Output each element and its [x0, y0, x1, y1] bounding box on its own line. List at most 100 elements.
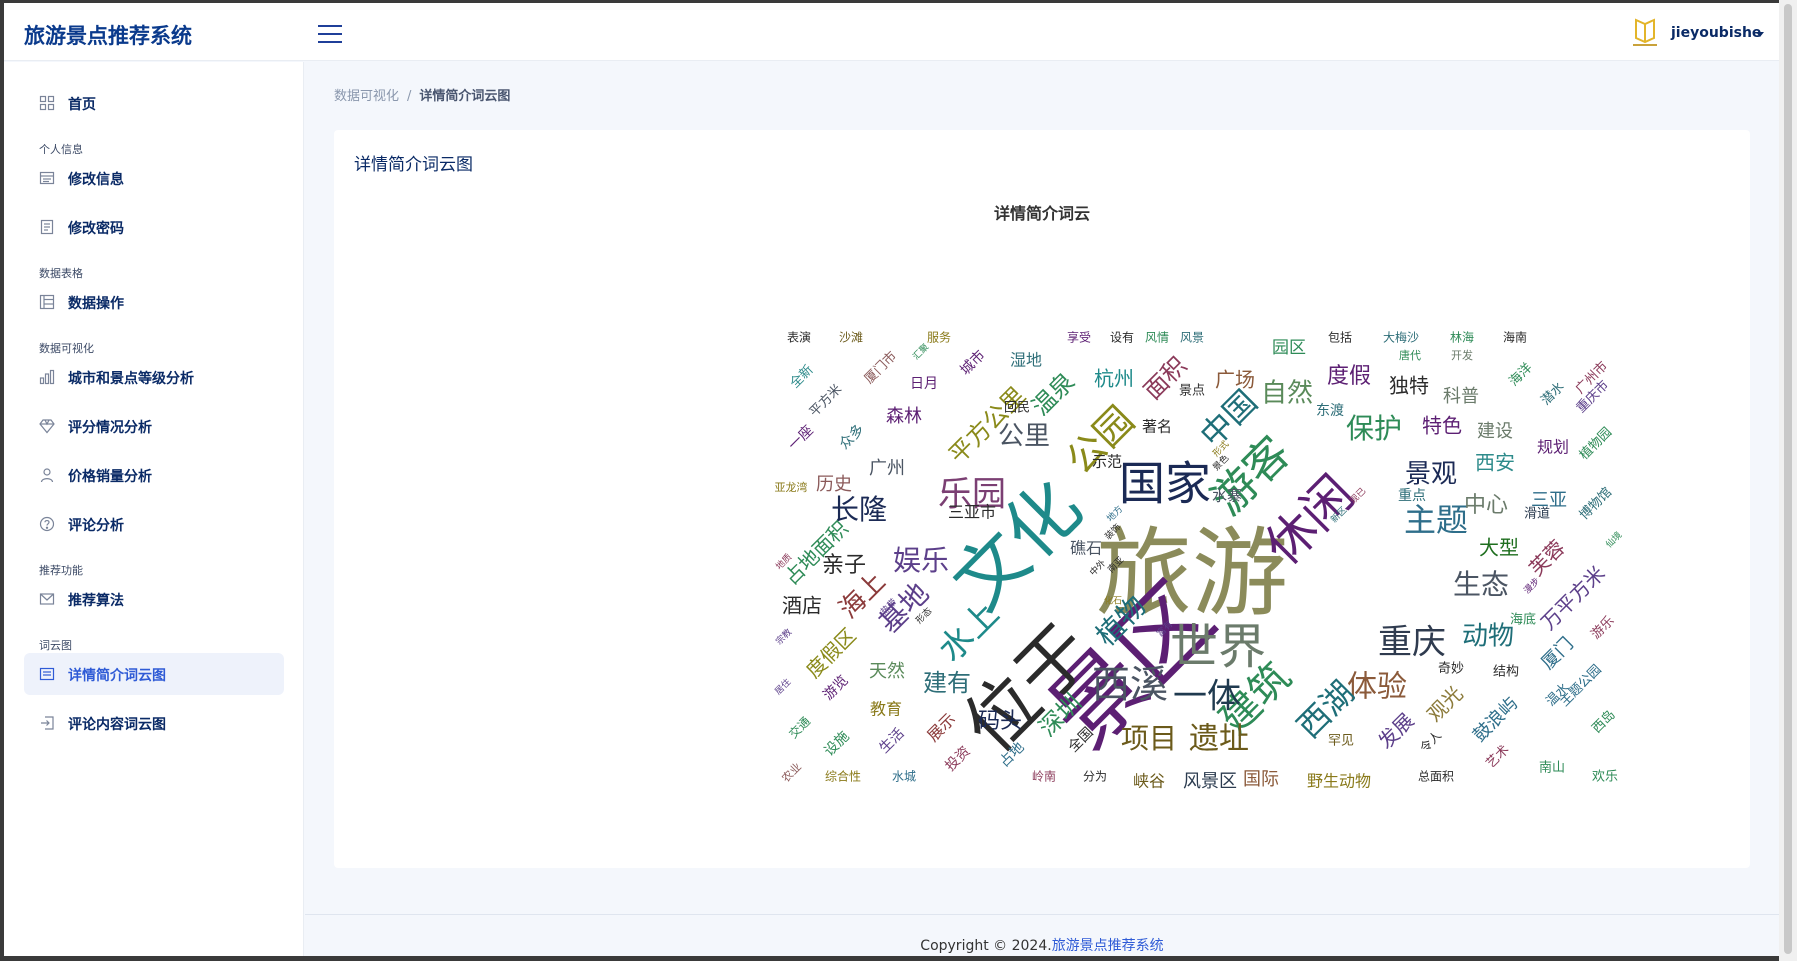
wordcloud-word: 令人	[1416, 727, 1444, 755]
breadcrumb-parent[interactable]: 数据可视化	[334, 89, 399, 104]
wordcloud-word: 风景	[1180, 331, 1204, 345]
wordcloud-word: 观光	[1422, 681, 1467, 726]
user-logo-icon[interactable]	[1629, 16, 1661, 50]
wordcloud-word: 主题	[1404, 501, 1468, 539]
wordcloud-word: 化石	[1104, 595, 1122, 607]
wordcloud-word: 水寨	[1212, 487, 1242, 505]
wordcloud-word: 生态	[1453, 568, 1509, 601]
wordcloud-word: 景观	[1405, 460, 1457, 490]
sidebar-item-edit-info[interactable]: 修改信息	[24, 157, 284, 199]
wordcloud-word: 表演	[787, 330, 811, 345]
mail-icon	[39, 593, 55, 605]
wordcloud-word: 厦门	[1537, 633, 1577, 673]
sidebar-item-city-analysis[interactable]: 城市和景点等级分析	[24, 356, 284, 398]
wordcloud-word: 奇妙	[1438, 661, 1464, 677]
wordcloud-word: 厦门市	[861, 348, 900, 387]
wordcloud-word: 杭州	[1094, 367, 1134, 391]
wordcloud-word: 度假	[1327, 364, 1371, 389]
wordcloud-word: 西安	[1475, 451, 1515, 475]
wordcloud-word: 包括	[1328, 330, 1352, 345]
breadcrumb-current: 详情简介词云图	[419, 89, 511, 104]
sidebar-item-label: 详情简介词云图	[68, 668, 166, 684]
sidebar-item-label: 推荐算法	[68, 593, 124, 609]
wordcloud-word: 项目	[1121, 722, 1177, 755]
wordcloud-word: 游乐	[1588, 613, 1617, 642]
sidebar-item-rating-analysis[interactable]: 评分情况分析	[24, 405, 284, 447]
wordcloud-word: 潜水	[1538, 379, 1567, 408]
wordcloud-word: 风景区	[1183, 771, 1237, 792]
wordcloud-word: 总面积	[1418, 770, 1454, 784]
wordcloud-word: 中心	[1464, 493, 1508, 518]
breadcrumb: 数据可视化 / 详情简介词云图	[334, 85, 510, 104]
wordcloud-word: 滑道	[1524, 507, 1550, 522]
section-recommend: 推荐功能	[39, 564, 83, 577]
wordcloud-word: 示范	[1092, 453, 1122, 471]
wordcloud-word: 一体	[1173, 677, 1241, 717]
wordcloud-word: 建设	[1477, 421, 1513, 442]
wordcloud-word: 重庆	[1378, 623, 1446, 663]
scrollbar[interactable]	[1779, 0, 1797, 961]
wordcloud-word: 独特	[1389, 374, 1429, 398]
wordcloud-word: 教育	[870, 700, 902, 719]
section-data-table: 数据表格	[39, 267, 83, 280]
wordcloud-word: 国家	[1119, 457, 1211, 511]
wordcloud-card: 详情简介词云图 详情简介词云 旅游 景区 文化 位于 休闲 国家 世界 游客 西溪 重庆 建筑 一体公…	[334, 130, 1750, 868]
sidebar-item-home[interactable]: 首页	[24, 82, 284, 124]
wordcloud-word: 居住	[772, 676, 793, 697]
wordcloud-word: 亚龙湾	[775, 480, 808, 494]
wordcloud-word: 大型	[1479, 536, 1519, 560]
user-menu-name[interactable]: jieyoubishe	[1671, 25, 1761, 41]
sidebar-item-comment-wordcloud[interactable]: 评论内容词云图	[24, 702, 284, 744]
wordcloud-word: 植物园	[1577, 425, 1615, 463]
wordcloud-word: 湿地	[1010, 351, 1042, 370]
sidebar-item-price-analysis[interactable]: 价格销量分析	[24, 454, 284, 496]
wordcloud-word: 码头	[978, 709, 1022, 734]
sidebar-item-label: 首页	[68, 97, 96, 113]
section-wordcloud: 词云图	[39, 639, 72, 652]
user-icon	[40, 468, 54, 483]
grid-icon	[39, 95, 55, 111]
wordcloud-word: 博物馆	[1577, 485, 1615, 523]
footer-link[interactable]: 旅游景点推荐系统	[1052, 938, 1164, 954]
wordcloud-word: 西岛	[1589, 707, 1619, 737]
wordcloud-word: 分为	[1083, 770, 1107, 784]
panel-icon	[39, 667, 55, 681]
section-personal: 个人信息	[39, 143, 83, 156]
sidebar-item-recommend-algo[interactable]: 推荐算法	[24, 578, 284, 620]
wordcloud-word: 森林	[886, 406, 922, 427]
wordcloud-word: 酒店	[782, 594, 822, 618]
sidebar-item-data-ops[interactable]: 数据操作	[24, 281, 284, 323]
wordcloud-word: 开发	[1451, 348, 1473, 362]
menu-toggle-icon[interactable]	[318, 23, 342, 43]
wordcloud-word: 设施	[821, 728, 852, 759]
top-header: 旅游景点推荐系统 jieyoubishe	[4, 3, 1779, 61]
sidebar-item-detail-wordcloud[interactable]: 详情简介词云图	[24, 653, 284, 695]
wordcloud-word: 生活	[876, 725, 907, 756]
sidebar-item-label: 数据操作	[68, 296, 124, 312]
wordcloud-word: 唐代	[1399, 348, 1421, 362]
sidebar-item-label: 价格销量分析	[68, 469, 152, 485]
sidebar-item-comment-analysis[interactable]: 评论分析	[24, 503, 284, 545]
sidebar-item-change-password[interactable]: 修改密码	[24, 206, 284, 248]
wordcloud-word: 大梅沙	[1383, 330, 1419, 345]
wordcloud-word: 礁石	[1070, 539, 1102, 558]
wordcloud-word: 景点	[1179, 384, 1205, 399]
wordcloud-word: 芙蓉	[1524, 535, 1569, 580]
wordcloud-word: 娱乐	[893, 544, 949, 577]
bar-chart-icon	[39, 369, 55, 385]
wordcloud-word: 重点	[1398, 488, 1426, 504]
wordcloud-word: 东渡	[1316, 403, 1344, 419]
wordcloud-word: 广州	[869, 458, 905, 479]
wordcloud-word: 享受	[1067, 330, 1091, 345]
app-window: 旅游景点推荐系统 jieyoubishe 首页 个人信息 修改信息 修改密码 数…	[4, 3, 1779, 956]
wordcloud-word: 林海	[1450, 330, 1474, 345]
wordcloud-word: 综合性	[825, 769, 861, 784]
help-circle-icon	[39, 516, 55, 532]
sidebar-item-label: 修改信息	[68, 172, 124, 188]
brand-title[interactable]: 旅游景点推荐系统	[24, 20, 192, 50]
chevron-down-icon[interactable]	[1756, 32, 1764, 37]
wordcloud-word: 动物	[1462, 622, 1514, 652]
wordcloud-word: 科普	[1443, 386, 1479, 407]
sidebar-item-label: 评分情况分析	[68, 420, 152, 436]
section-data-vis: 数据可视化	[39, 342, 94, 355]
